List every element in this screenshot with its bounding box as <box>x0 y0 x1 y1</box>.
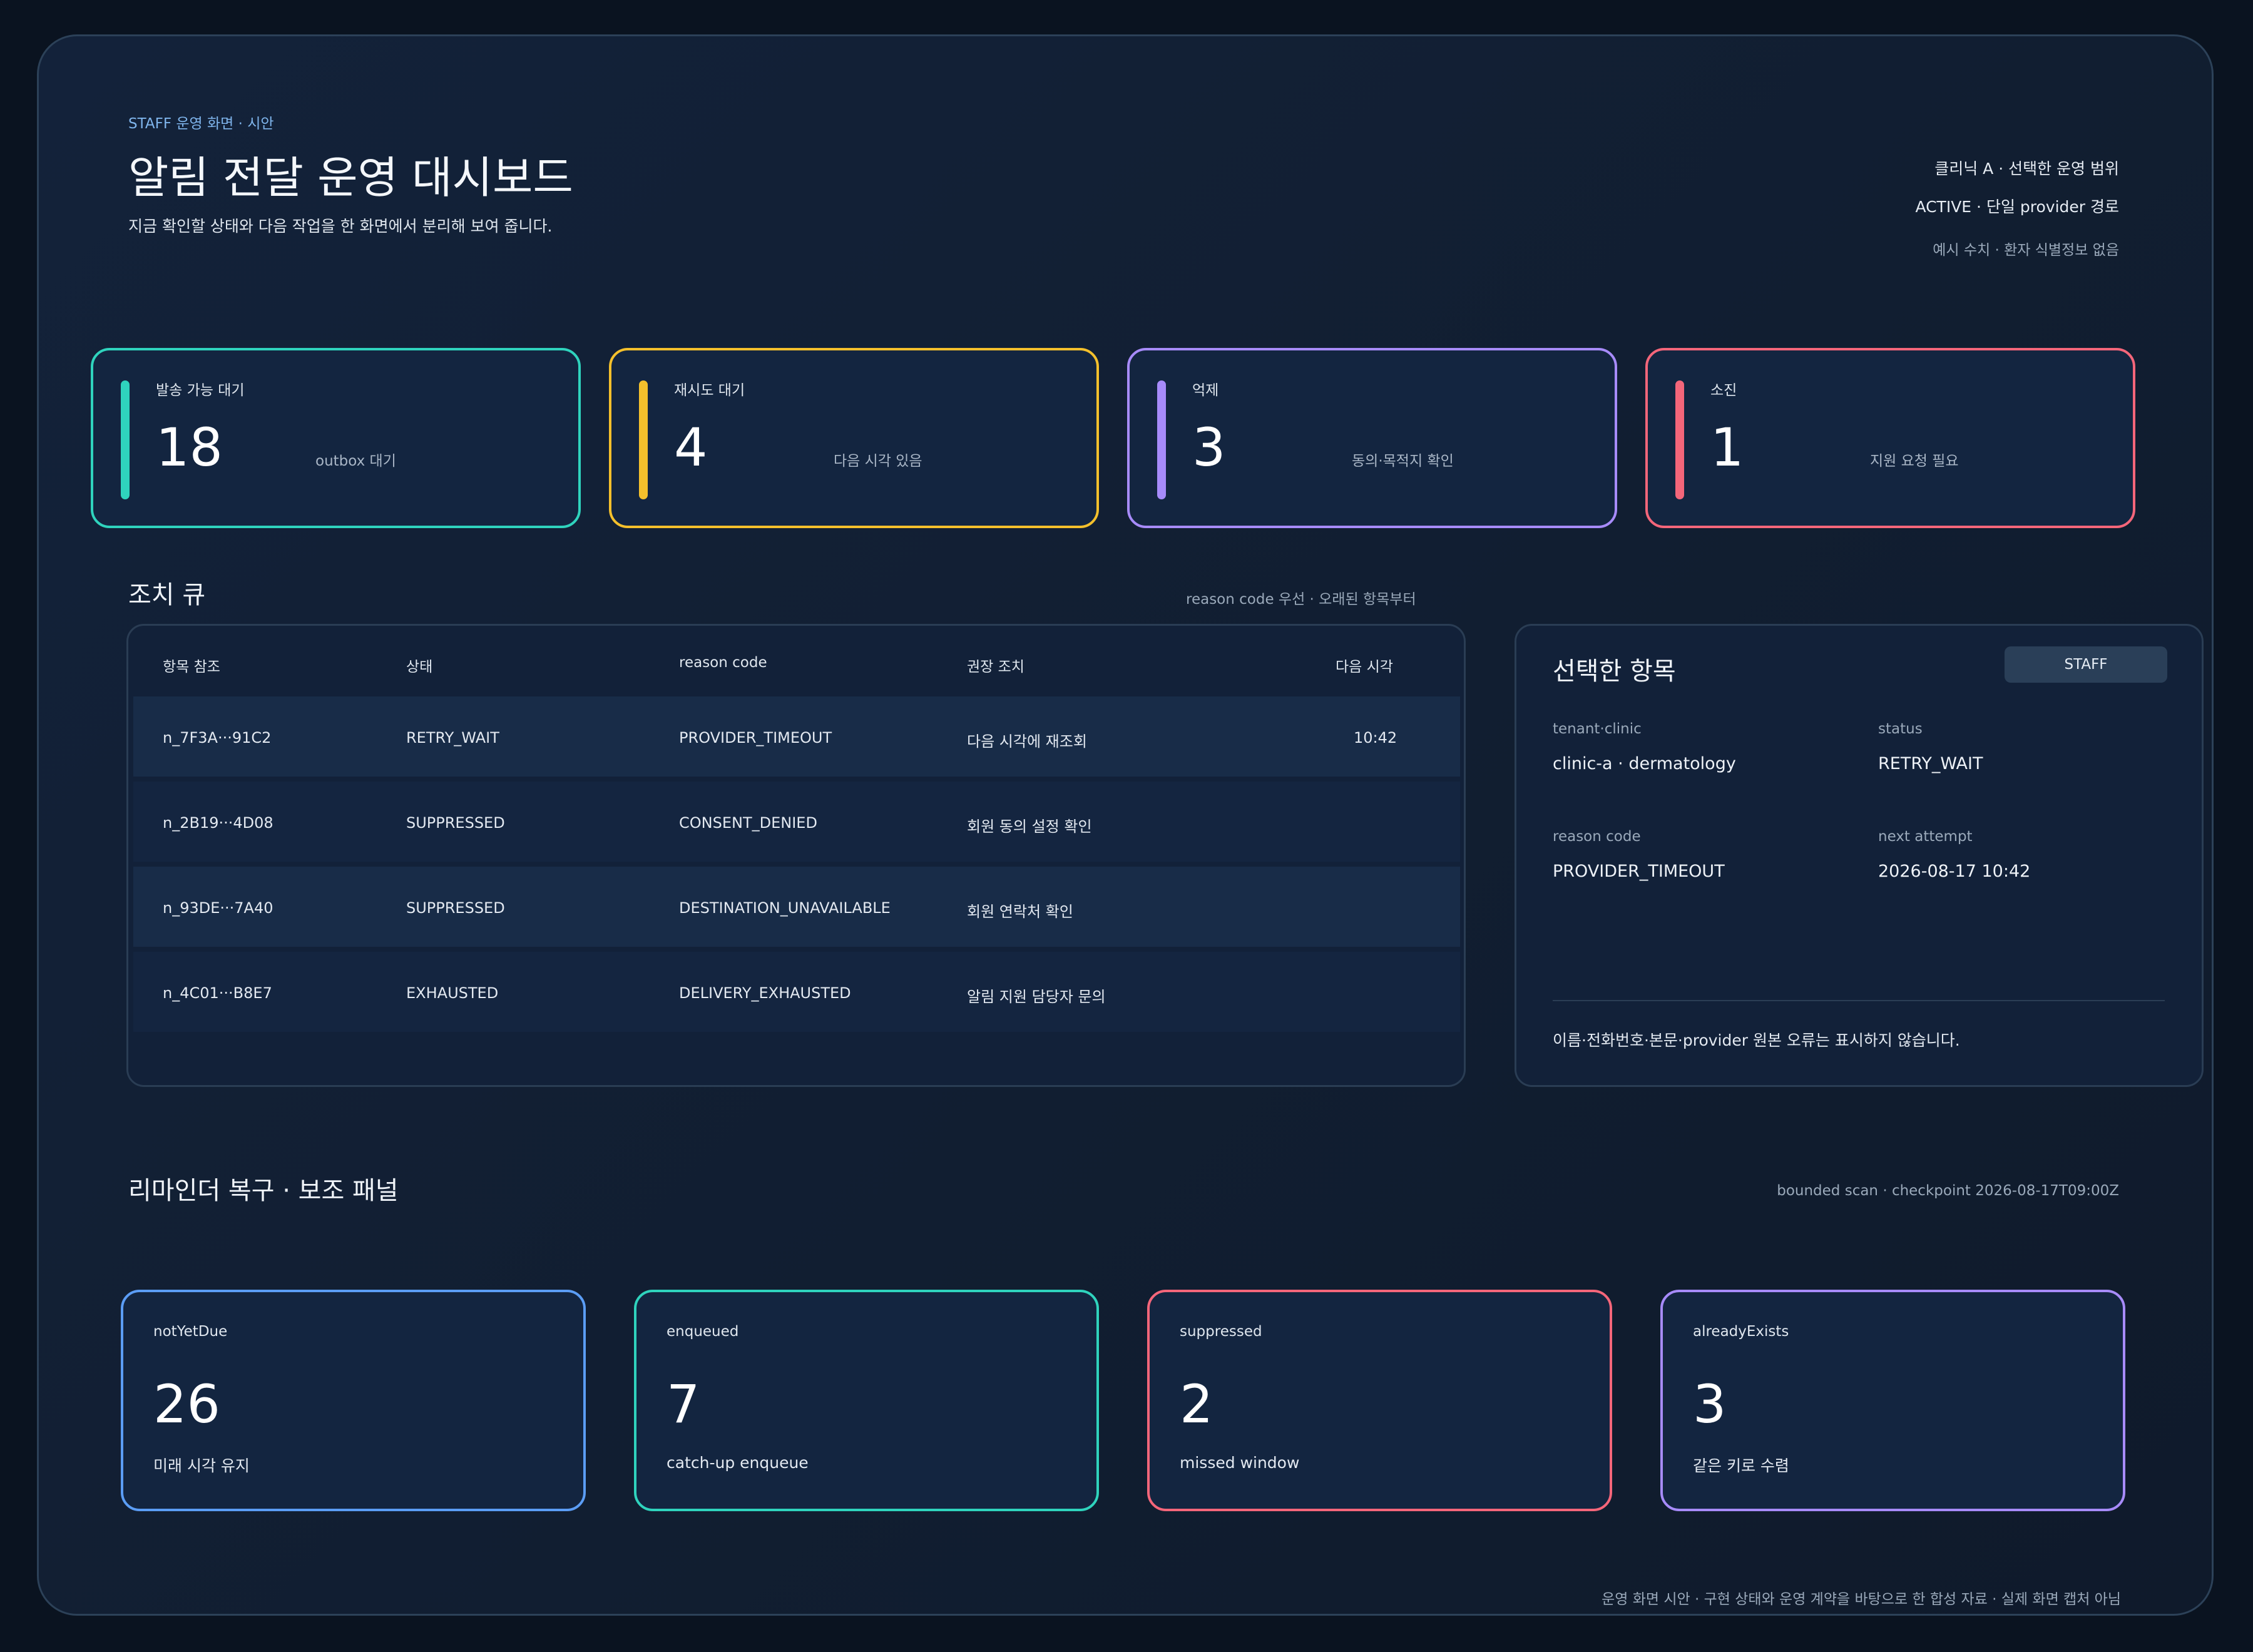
sample-note: 예시 수치 · 환자 식별정보 없음 <box>1933 242 2119 258</box>
recovery-hint: 미래 시각 유지 <box>153 1457 250 1475</box>
kpi-accent-bar <box>121 380 130 499</box>
cell-action: 회원 연락처 확인 <box>967 903 1073 920</box>
recovery-value: 7 <box>667 1374 700 1435</box>
kpi-value: 3 <box>1192 417 1226 478</box>
kpi-value: 18 <box>156 417 223 478</box>
page-title: 알림 전달 운영 대시보드 <box>128 152 573 203</box>
cell-ref: n_7F3A···91C2 <box>163 729 272 747</box>
action-queue-table: 항목 참조 상태 reason code 권장 조치 다음 시각 n_7F3A·… <box>126 624 1466 1087</box>
kpi-label: 억제 <box>1192 382 1219 399</box>
kpi-card-ready[interactable]: 발송 가능 대기 18 outbox 대기 <box>91 348 581 528</box>
recovery-value: 26 <box>153 1374 220 1435</box>
cell-action: 알림 지원 담당자 문의 <box>967 988 1106 1006</box>
recovery-checkpoint-note: bounded scan · checkpoint 2026-08-17T09:… <box>1777 1183 2119 1199</box>
table-header: 항목 참조 상태 reason code 권장 조치 다음 시각 <box>128 626 1464 698</box>
divider <box>1553 1000 2165 1001</box>
recovery-card-not-yet-due[interactable]: notYetDue 26 미래 시각 유지 <box>121 1290 586 1511</box>
privacy-note: 이름·전화번호·본문·provider 원본 오류는 표시하지 않습니다. <box>1553 1031 1960 1049</box>
recovery-label: enqueued <box>667 1323 739 1340</box>
recovery-card-already-exists[interactable]: alreadyExists 3 같은 키로 수렴 <box>1660 1290 2125 1511</box>
kpi-hint: 동의·목적지 확인 <box>1352 453 1454 469</box>
table-row[interactable]: n_93DE···7A40 SUPPRESSED DESTINATION_UNA… <box>133 867 1460 947</box>
field-value-status: RETRY_WAIT <box>1878 754 1983 773</box>
column-header-reason[interactable]: reason code <box>679 655 767 671</box>
recovery-label: notYetDue <box>153 1323 228 1340</box>
mode-label: ACTIVE · 단일 provider 경로 <box>1915 198 2119 216</box>
selected-item-panel: 선택한 항목 STAFF tenant·clinic clinic-a · de… <box>1515 624 2204 1087</box>
recovery-hint: 같은 키로 수렴 <box>1693 1457 1789 1475</box>
recovery-hint: catch-up enqueue <box>667 1454 809 1472</box>
recovery-value: 2 <box>1180 1374 1213 1435</box>
field-value-next-attempt: 2026-08-17 10:42 <box>1878 862 2031 881</box>
kpi-label: 재시도 대기 <box>674 382 745 399</box>
field-label-tenant: tenant·clinic <box>1553 721 1642 737</box>
field-label-status: status <box>1878 721 1923 737</box>
recovery-card-enqueued[interactable]: enqueued 7 catch-up enqueue <box>634 1290 1099 1511</box>
cell-status: RETRY_WAIT <box>406 729 499 747</box>
kpi-card-suppressed[interactable]: 억제 3 동의·목적지 확인 <box>1127 348 1617 528</box>
queue-title: 조치 큐 <box>128 581 206 609</box>
kpi-hint: 지원 요청 필요 <box>1870 453 1959 469</box>
dashboard-frame: STAFF 운영 화면 · 시안 알림 전달 운영 대시보드 지금 확인할 상태… <box>37 34 2214 1616</box>
scope-label: 클리닉 A · 선택한 운영 범위 <box>1934 160 2119 178</box>
cell-reason: CONSENT_DENIED <box>679 814 817 832</box>
cell-status: SUPPRESSED <box>406 899 505 917</box>
cell-action: 회원 동의 설정 확인 <box>967 818 1092 835</box>
column-header-ref[interactable]: 항목 참조 <box>163 655 220 676</box>
field-label-next-attempt: next attempt <box>1878 829 1973 845</box>
cell-status: SUPPRESSED <box>406 814 505 832</box>
cell-ref: n_4C01···B8E7 <box>163 984 272 1002</box>
field-value-tenant: clinic-a · dermatology <box>1553 754 1736 773</box>
footer-disclaimer: 운영 화면 시안 · 구현 상태와 운영 계약을 바탕으로 한 합성 자료 · … <box>1602 1591 2121 1608</box>
detail-title: 선택한 항목 <box>1553 657 1676 686</box>
kpi-accent-bar <box>1157 380 1166 499</box>
kpi-value: 4 <box>674 417 708 478</box>
eyebrow-label: STAFF 운영 화면 · 시안 <box>128 116 274 132</box>
cell-reason: PROVIDER_TIMEOUT <box>679 729 832 747</box>
cell-action: 다음 시각에 재조회 <box>967 733 1087 750</box>
kpi-card-exhausted[interactable]: 소진 1 지원 요청 필요 <box>1645 348 2135 528</box>
column-header-next[interactable]: 다음 시각 <box>1336 655 1393 676</box>
recovery-title: 리마인더 복구 · 보조 패널 <box>128 1176 399 1205</box>
staff-badge: STAFF <box>2005 646 2167 683</box>
table-row[interactable]: n_2B19···4D08 SUPPRESSED CONSENT_DENIED … <box>133 782 1460 862</box>
kpi-accent-bar <box>1675 380 1684 499</box>
cell-next: 10:42 <box>1354 729 1397 747</box>
cell-reason: DESTINATION_UNAVAILABLE <box>679 899 891 917</box>
column-header-action[interactable]: 권장 조치 <box>967 655 1024 676</box>
kpi-card-retry[interactable]: 재시도 대기 4 다음 시각 있음 <box>609 348 1099 528</box>
column-header-status[interactable]: 상태 <box>406 655 432 676</box>
kpi-hint: 다음 시각 있음 <box>834 453 922 469</box>
recovery-card-suppressed[interactable]: suppressed 2 missed window <box>1147 1290 1612 1511</box>
table-row[interactable]: n_4C01···B8E7 EXHAUSTED DELIVERY_EXHAUST… <box>133 952 1460 1032</box>
cell-ref: n_93DE···7A40 <box>163 899 273 917</box>
kpi-label: 발송 가능 대기 <box>156 382 245 399</box>
kpi-accent-bar <box>639 380 648 499</box>
field-label-reason: reason code <box>1553 829 1641 845</box>
cell-ref: n_2B19···4D08 <box>163 814 273 832</box>
cell-reason: DELIVERY_EXHAUSTED <box>679 984 851 1002</box>
cell-status: EXHAUSTED <box>406 984 499 1002</box>
recovery-label: alreadyExists <box>1693 1323 1789 1340</box>
kpi-label: 소진 <box>1710 382 1737 399</box>
recovery-hint: missed window <box>1180 1454 1300 1472</box>
queue-sort-note: reason code 우선 · 오래된 항목부터 <box>1186 591 1416 608</box>
field-value-reason: PROVIDER_TIMEOUT <box>1553 862 1725 881</box>
table-row[interactable]: n_7F3A···91C2 RETRY_WAIT PROVIDER_TIMEOU… <box>133 696 1460 777</box>
recovery-value: 3 <box>1693 1374 1727 1435</box>
kpi-value: 1 <box>1710 417 1744 478</box>
recovery-label: suppressed <box>1180 1323 1262 1340</box>
page-subtitle: 지금 확인할 상태와 다음 작업을 한 화면에서 분리해 보여 줍니다. <box>128 217 553 235</box>
kpi-hint: outbox 대기 <box>315 453 396 469</box>
